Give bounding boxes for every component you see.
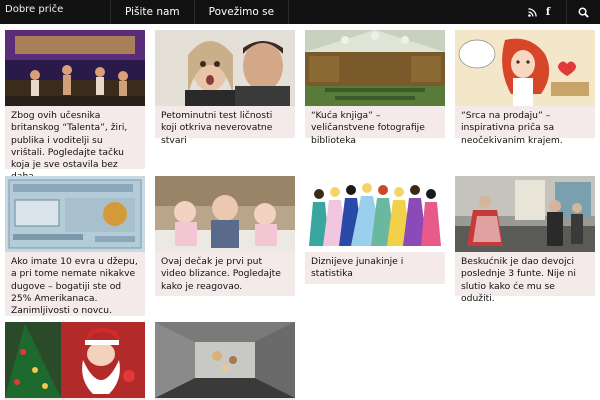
article-card[interactable]: Ovaj dečak je prvi put video blizance. P… [155,176,295,296]
article-card[interactable] [5,322,145,400]
article-title[interactable]: Ovaj dečak je prvi put video blizance. P… [155,252,295,299]
article-card[interactable]: Zbog ovih učesnika britanskog “Talenta”,… [5,30,145,182]
article-thumbnail-twins[interactable] [155,176,295,252]
article-thumbnail-whisper[interactable] [155,30,295,106]
article-thumbnail-tunnel[interactable] [155,322,295,398]
article-title[interactable]: “Kuća knjiga” – veličanstvene fotografij… [305,106,445,153]
article-title[interactable]: Beskućnik je dao devojci poslednje 3 fun… [455,252,595,311]
article-card[interactable]: Diznijeve junakinje i statistika [305,176,445,284]
article-thumbnail-library[interactable] [305,30,445,106]
article-thumbnail-zimbabwe-banknote[interactable] [5,176,145,252]
article-grid: Zbog ovih učesnika britanskog “Talenta”,… [0,24,600,400]
article-title[interactable]: Diznijeve junakinje i statistika [305,252,445,287]
article-thumbnail-hearts-for-sale[interactable] [455,30,595,106]
article-card[interactable]: Petominutni test ličnosti koji otkriva n… [155,30,295,146]
site-logo[interactable]: Dobre priče [5,4,63,15]
header-icons: f [524,0,600,24]
article-title[interactable]: “Srca na prodaju” – inspirativna priča s… [455,106,595,153]
main-menu: Pišite nam Povežimo se [110,0,290,24]
article-card[interactable] [155,322,295,400]
facebook-icon[interactable]: f [540,0,556,24]
article-card[interactable]: Ako imate 10 evra u džepu, a pri tome ne… [5,176,145,316]
article-thumbnail-santa[interactable] [5,322,145,398]
article-title[interactable]: Petominutni test ličnosti koji otkriva n… [155,106,295,153]
article-thumbnail-disney-princesses[interactable] [305,176,445,252]
article-thumbnail-homeless-man[interactable] [455,176,595,252]
article-title[interactable]: Ako imate 10 evra u džepu, a pri tome ne… [5,252,145,323]
article-card[interactable]: Beskućnik je dao devojci poslednje 3 fun… [455,176,595,304]
article-card[interactable]: “Srca na prodaju” – inspirativna priča s… [455,30,595,146]
nav-item-write-us[interactable]: Pišite nam [110,0,194,24]
search-icon[interactable] [566,0,600,24]
rss-icon[interactable] [524,0,540,24]
article-card[interactable]: “Kuća knjiga” – veličanstvene fotografij… [305,30,445,146]
nav-item-connect[interactable]: Povežimo se [193,0,290,24]
top-navigation-bar: Dobre priče Pišite nam Povežimo se f [0,0,600,24]
article-thumbnail-talent-show[interactable] [5,30,145,106]
